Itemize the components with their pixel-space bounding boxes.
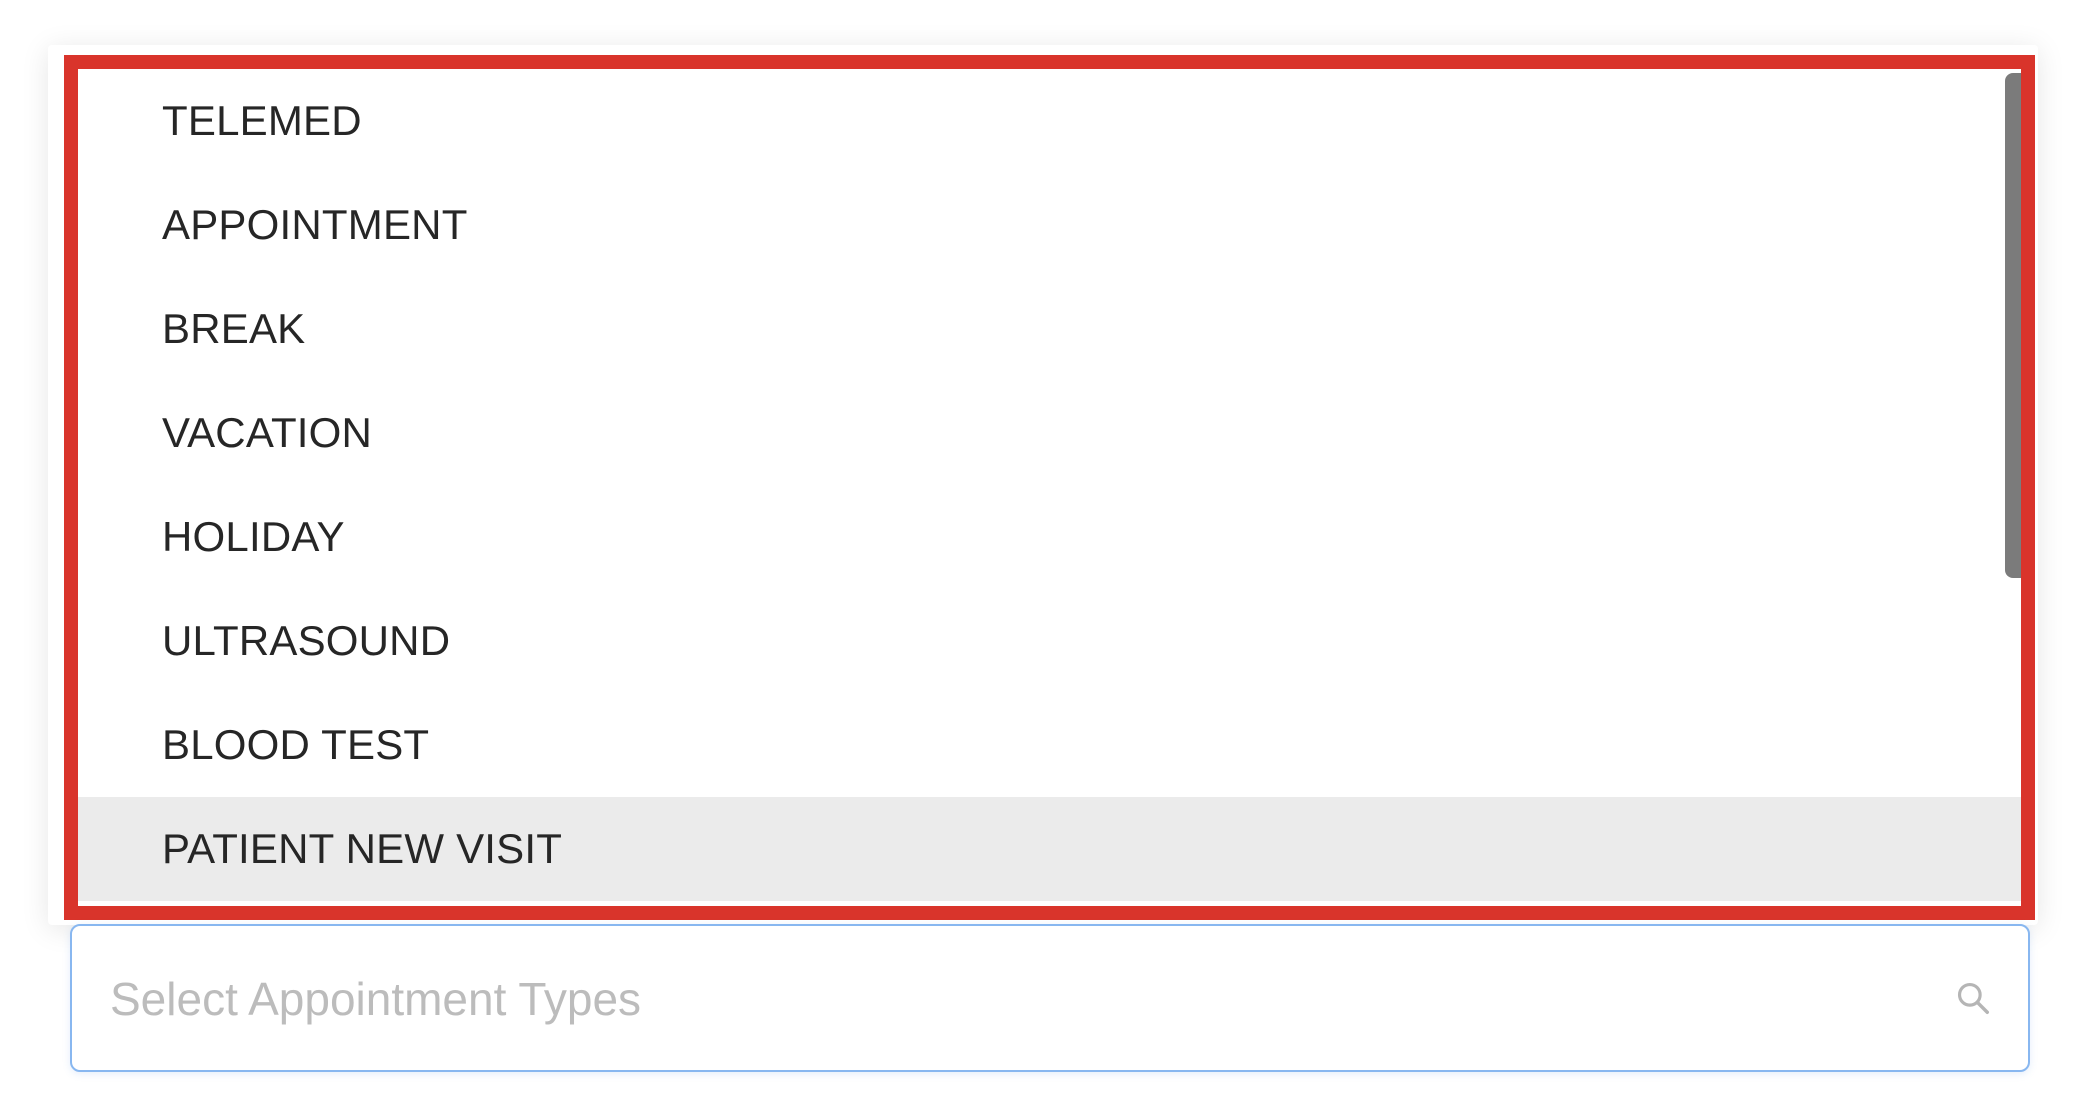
dropdown-scrollbar-thumb[interactable] xyxy=(2005,73,2021,578)
option-break[interactable]: BREAK xyxy=(78,277,2021,381)
option-blood-test[interactable]: BLOOD TEST xyxy=(78,693,2021,797)
dropdown-scrollbar[interactable] xyxy=(2005,69,2021,906)
option-ultrasound[interactable]: ULTRASOUND xyxy=(78,589,2021,693)
option-telemed[interactable]: TELEMED xyxy=(78,69,2021,173)
appointment-type-options: TELEMED APPOINTMENT BREAK VACATION HOLID… xyxy=(78,69,2021,901)
appointment-type-dropdown[interactable]: TELEMED APPOINTMENT BREAK VACATION HOLID… xyxy=(64,55,2035,920)
option-holiday[interactable]: HOLIDAY xyxy=(78,485,2021,589)
appointment-type-select[interactable] xyxy=(70,924,2030,1072)
option-appointment[interactable]: APPOINTMENT xyxy=(78,173,2021,277)
search-icon xyxy=(1957,982,1989,1014)
option-vacation[interactable]: VACATION xyxy=(78,381,2021,485)
option-patient-new-visit[interactable]: PATIENT NEW VISIT xyxy=(78,797,2021,901)
appointment-type-search-input[interactable] xyxy=(108,926,1932,1072)
appointment-type-select-screen: TELEMED APPOINTMENT BREAK VACATION HOLID… xyxy=(0,0,2090,1108)
